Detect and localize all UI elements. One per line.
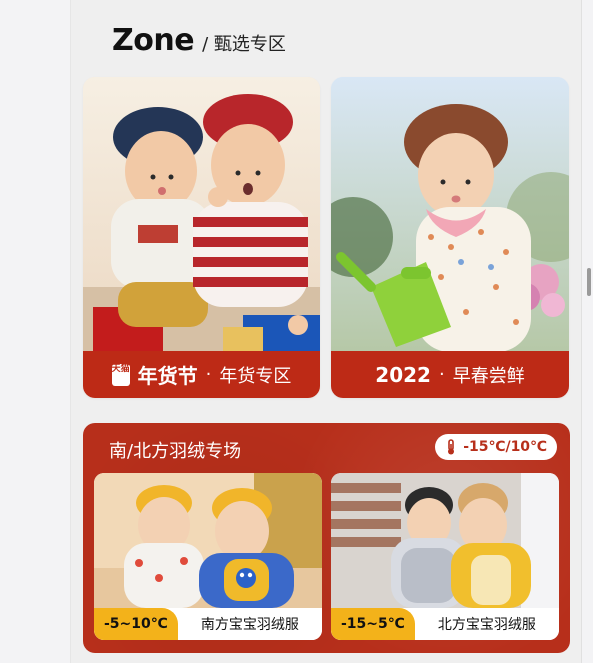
south-jacket-footer: -5~10℃ 南方宝宝羽绒服	[94, 608, 322, 640]
temperature-range: -15℃/10℃	[463, 439, 547, 455]
zone-title: Zone	[112, 23, 195, 58]
new-year-photo	[83, 77, 320, 352]
scrollbar-indicator[interactable]	[587, 268, 591, 296]
new-year-title: 年货节	[137, 364, 198, 388]
page: Zone / 甄选专区 天猫 年货节 · 年货专区 2022 · 早春尝鲜 南/…	[0, 0, 593, 663]
spring-caption: 2022 · 早春尝鲜	[331, 351, 569, 398]
section-title: 南/北方羽绒专场	[109, 441, 242, 462]
new-year-subtitle: 年货专区	[219, 365, 292, 387]
north-jacket-card[interactable]: -15~5℃ 北方宝宝羽绒服	[331, 473, 559, 640]
south-jacket-image	[94, 473, 322, 608]
new-year-kids-illustration	[83, 77, 320, 352]
south-jacket-card[interactable]: -5~10℃ 南方宝宝羽绒服	[94, 473, 322, 640]
north-jacket-image	[331, 473, 559, 608]
spring-title: 2022	[375, 362, 431, 387]
north-jacket-label: 北方宝宝羽绒服	[437, 617, 536, 633]
north-temp-tag: -15~5℃	[331, 608, 415, 640]
promo-card-spring[interactable]: 2022 · 早春尝鲜	[331, 77, 569, 398]
temperature-pill: -15℃/10℃	[435, 434, 557, 460]
new-year-caption: 天猫 年货节 · 年货专区	[83, 351, 320, 398]
thermometer-icon	[445, 439, 457, 455]
spring-separator: ·	[438, 364, 445, 385]
promo-card-new-year[interactable]: 天猫 年货节 · 年货专区	[83, 77, 320, 398]
spring-subtitle: 早春尝鲜	[452, 365, 525, 387]
north-kids-illustration	[331, 473, 559, 608]
zone-subtitle: / 甄选专区	[202, 34, 286, 55]
north-jacket-footer: -15~5℃ 北方宝宝羽绒服	[331, 608, 559, 640]
spring-photo	[331, 77, 569, 352]
spring-girl-illustration	[331, 77, 569, 352]
south-jacket-label: 南方宝宝羽绒服	[200, 617, 299, 633]
new-year-separator: ·	[205, 364, 212, 385]
tmall-badge: 天猫	[111, 363, 130, 386]
south-kids-illustration	[94, 473, 322, 608]
south-temp-tag: -5~10℃	[94, 608, 178, 640]
down-jacket-section: 南/北方羽绒专场 -15℃/10℃ -5~10℃ 南方宝宝羽绒服 -15~5℃ …	[83, 423, 570, 653]
zone-heading: Zone / 甄选专区	[112, 23, 286, 58]
